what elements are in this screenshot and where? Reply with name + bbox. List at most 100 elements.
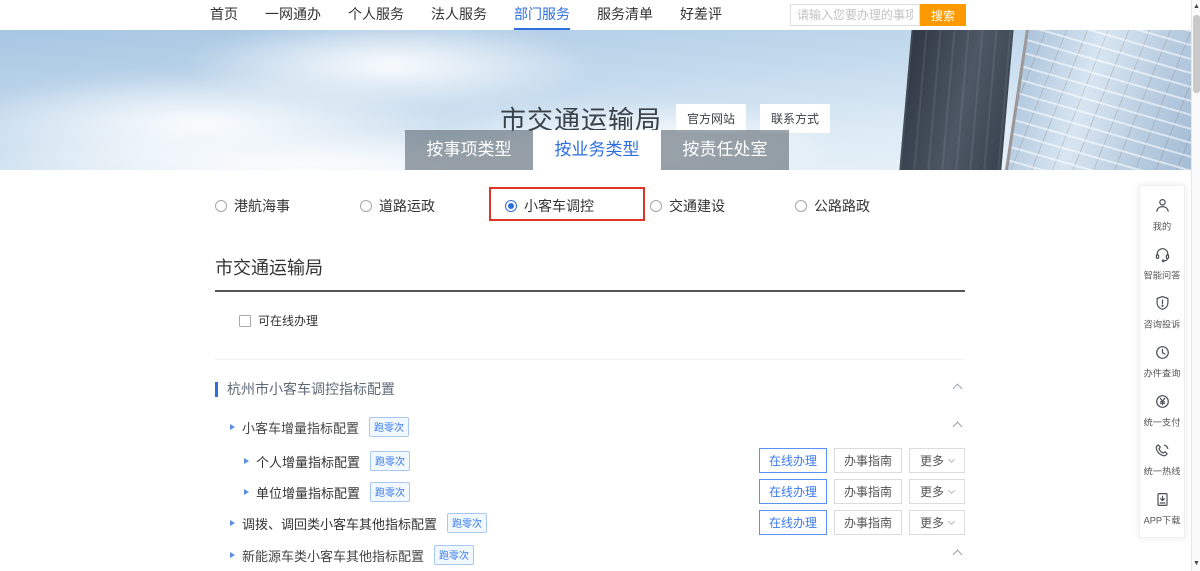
checkbox-icon[interactable]	[239, 315, 251, 327]
sidebar-item-1[interactable]: 智能问答	[1140, 240, 1184, 289]
radio-icon[interactable]	[505, 200, 517, 212]
sidebar-item-4[interactable]: 统一支付	[1140, 387, 1184, 436]
official-site-button[interactable]: 官方网站	[676, 104, 746, 133]
row-label: 新能源车类小客车其他指标配置	[242, 546, 424, 565]
radio-option-3[interactable]: 交通建设	[650, 196, 795, 216]
tab-1[interactable]: 按业务类型	[533, 130, 661, 170]
tab-0[interactable]: 按事项类型	[405, 130, 533, 170]
building-decoration	[1002, 30, 1191, 170]
chevron-down-icon	[948, 486, 955, 493]
sidebar-item-label: APP下载	[1144, 513, 1181, 527]
guide-button[interactable]: 办事指南	[834, 479, 902, 504]
table-row: 个人增量指标配置跑零次在线办理办事指南更多	[215, 448, 965, 474]
radio-icon[interactable]	[650, 200, 662, 212]
button-label: 更多	[920, 452, 944, 469]
radio-option-4[interactable]: 公路路政	[795, 196, 940, 216]
section-title: 市交通运输局	[215, 254, 965, 292]
download-icon	[1154, 491, 1171, 508]
row-label: 单位增量指标配置	[256, 483, 360, 502]
radio-label: 小客车调控	[524, 196, 594, 216]
radio-option-1[interactable]: 道路运政	[360, 196, 505, 216]
sidebar-item-0[interactable]: 我的	[1140, 191, 1184, 240]
group-label: 杭州市小客车调控指标配置	[227, 379, 395, 399]
collapse-chevron-icon[interactable]	[953, 422, 963, 432]
more-button[interactable]: 更多	[909, 510, 965, 535]
nav-item-2[interactable]: 个人服务	[348, 0, 404, 30]
button-label: 办事指南	[844, 483, 892, 500]
zero-visit-badge: 跑零次	[369, 417, 409, 437]
category-tabs: 按事项类型按业务类型按责任处室	[405, 130, 789, 170]
button-label: 在线办理	[769, 452, 817, 469]
zero-visit-badge: 跑零次	[370, 451, 410, 471]
group-row: 杭州市小客车调控指标配置	[215, 380, 965, 398]
row-label: 小客车增量指标配置	[242, 418, 359, 437]
bullet-icon	[244, 489, 249, 495]
radio-label: 港航海事	[234, 196, 290, 216]
scroll-up-icon[interactable]: ▲	[1192, 0, 1200, 14]
sidebar-item-label: 我的	[1153, 219, 1171, 233]
contact-button[interactable]: 联系方式	[760, 104, 830, 133]
radio-label: 道路运政	[379, 196, 435, 216]
sidebar-item-5[interactable]: 统一热线	[1140, 436, 1184, 485]
shield-icon	[1154, 295, 1171, 312]
clock-icon	[1154, 344, 1171, 361]
online-filter-checkbox[interactable]: 可在线办理	[239, 312, 965, 329]
search-input[interactable]	[790, 4, 920, 26]
scroll-down-icon[interactable]: ▼	[1192, 557, 1200, 571]
button-label: 办事指南	[844, 514, 892, 531]
nav-item-6[interactable]: 好差评	[680, 0, 722, 30]
sidebar-item-label: 办件查询	[1144, 366, 1181, 380]
radio-icon[interactable]	[215, 200, 227, 212]
button-label: 办事指南	[844, 452, 892, 469]
nav-item-4[interactable]: 部门服务	[514, 0, 570, 30]
sidebar-item-label: 统一热线	[1144, 464, 1181, 478]
radio-icon[interactable]	[795, 200, 807, 212]
building-decoration	[898, 30, 1015, 170]
top-navigation: 首页一网通办个人服务法人服务部门服务服务清单好差评 搜索	[0, 0, 1191, 30]
sidebar-item-label: 统一支付	[1144, 415, 1181, 429]
radio-icon[interactable]	[360, 200, 372, 212]
radio-label: 交通建设	[669, 196, 725, 216]
nav-item-5[interactable]: 服务清单	[597, 0, 653, 30]
radio-option-2[interactable]: 小客车调控	[505, 196, 650, 216]
subgroup-row: 小客车增量指标配置跑零次	[215, 418, 965, 436]
yuan-icon	[1154, 393, 1171, 410]
zero-visit-badge: 跑零次	[370, 482, 410, 502]
service-list: 杭州市小客车调控指标配置小客车增量指标配置跑零次个人增量指标配置跑零次在线办理办…	[215, 359, 965, 571]
banner: 市交通运输局 官方网站 联系方式 按事项类型按业务类型按责任处室	[0, 30, 1191, 170]
button-label: 更多	[920, 483, 944, 500]
sidebar-item-2[interactable]: 咨询投诉	[1140, 289, 1184, 338]
chevron-down-icon	[948, 517, 955, 524]
chevron-down-icon	[948, 455, 955, 462]
sidebar-item-3[interactable]: 办件查询	[1140, 338, 1184, 387]
online-handle-button[interactable]: 在线办理	[759, 479, 827, 504]
radio-option-0[interactable]: 港航海事	[215, 196, 360, 216]
bullet-icon	[230, 552, 235, 558]
search-button[interactable]: 搜索	[920, 4, 966, 26]
radio-label: 公路路政	[814, 196, 870, 216]
cloud-decoration	[180, 30, 600, 110]
scrollbar[interactable]: ▲ ▼	[1191, 0, 1200, 571]
nav-item-0[interactable]: 首页	[210, 0, 238, 30]
bullet-icon	[244, 458, 249, 464]
collapse-chevron-icon[interactable]	[953, 550, 963, 560]
checkbox-label: 可在线办理	[258, 312, 318, 329]
tab-2[interactable]: 按责任处室	[661, 130, 789, 170]
table-row: 调拨、调回类小客车其他指标配置跑零次在线办理办事指南更多	[215, 510, 965, 536]
online-handle-button[interactable]: 在线办理	[759, 510, 827, 535]
zero-visit-badge: 跑零次	[447, 513, 487, 533]
main-content: 港航海事 道路运政 小客车调控 交通建设 公路路政 市交通运输局 可在线办理 杭州市小客…	[215, 170, 965, 571]
nav-item-3[interactable]: 法人服务	[431, 0, 487, 30]
more-button[interactable]: 更多	[909, 448, 965, 473]
button-label: 更多	[920, 514, 944, 531]
headset-icon	[1154, 246, 1171, 263]
online-handle-button[interactable]: 在线办理	[759, 448, 827, 473]
collapse-chevron-icon[interactable]	[953, 384, 963, 394]
nav-item-1[interactable]: 一网通办	[265, 0, 321, 30]
sidebar-item-6[interactable]: APP下载	[1140, 485, 1184, 534]
scrollbar-thumb[interactable]	[1193, 15, 1200, 93]
page: 首页一网通办个人服务法人服务部门服务服务清单好差评 搜索 市交通运输局 官方网站…	[0, 0, 1200, 571]
more-button[interactable]: 更多	[909, 479, 965, 504]
guide-button[interactable]: 办事指南	[834, 510, 902, 535]
guide-button[interactable]: 办事指南	[834, 448, 902, 473]
